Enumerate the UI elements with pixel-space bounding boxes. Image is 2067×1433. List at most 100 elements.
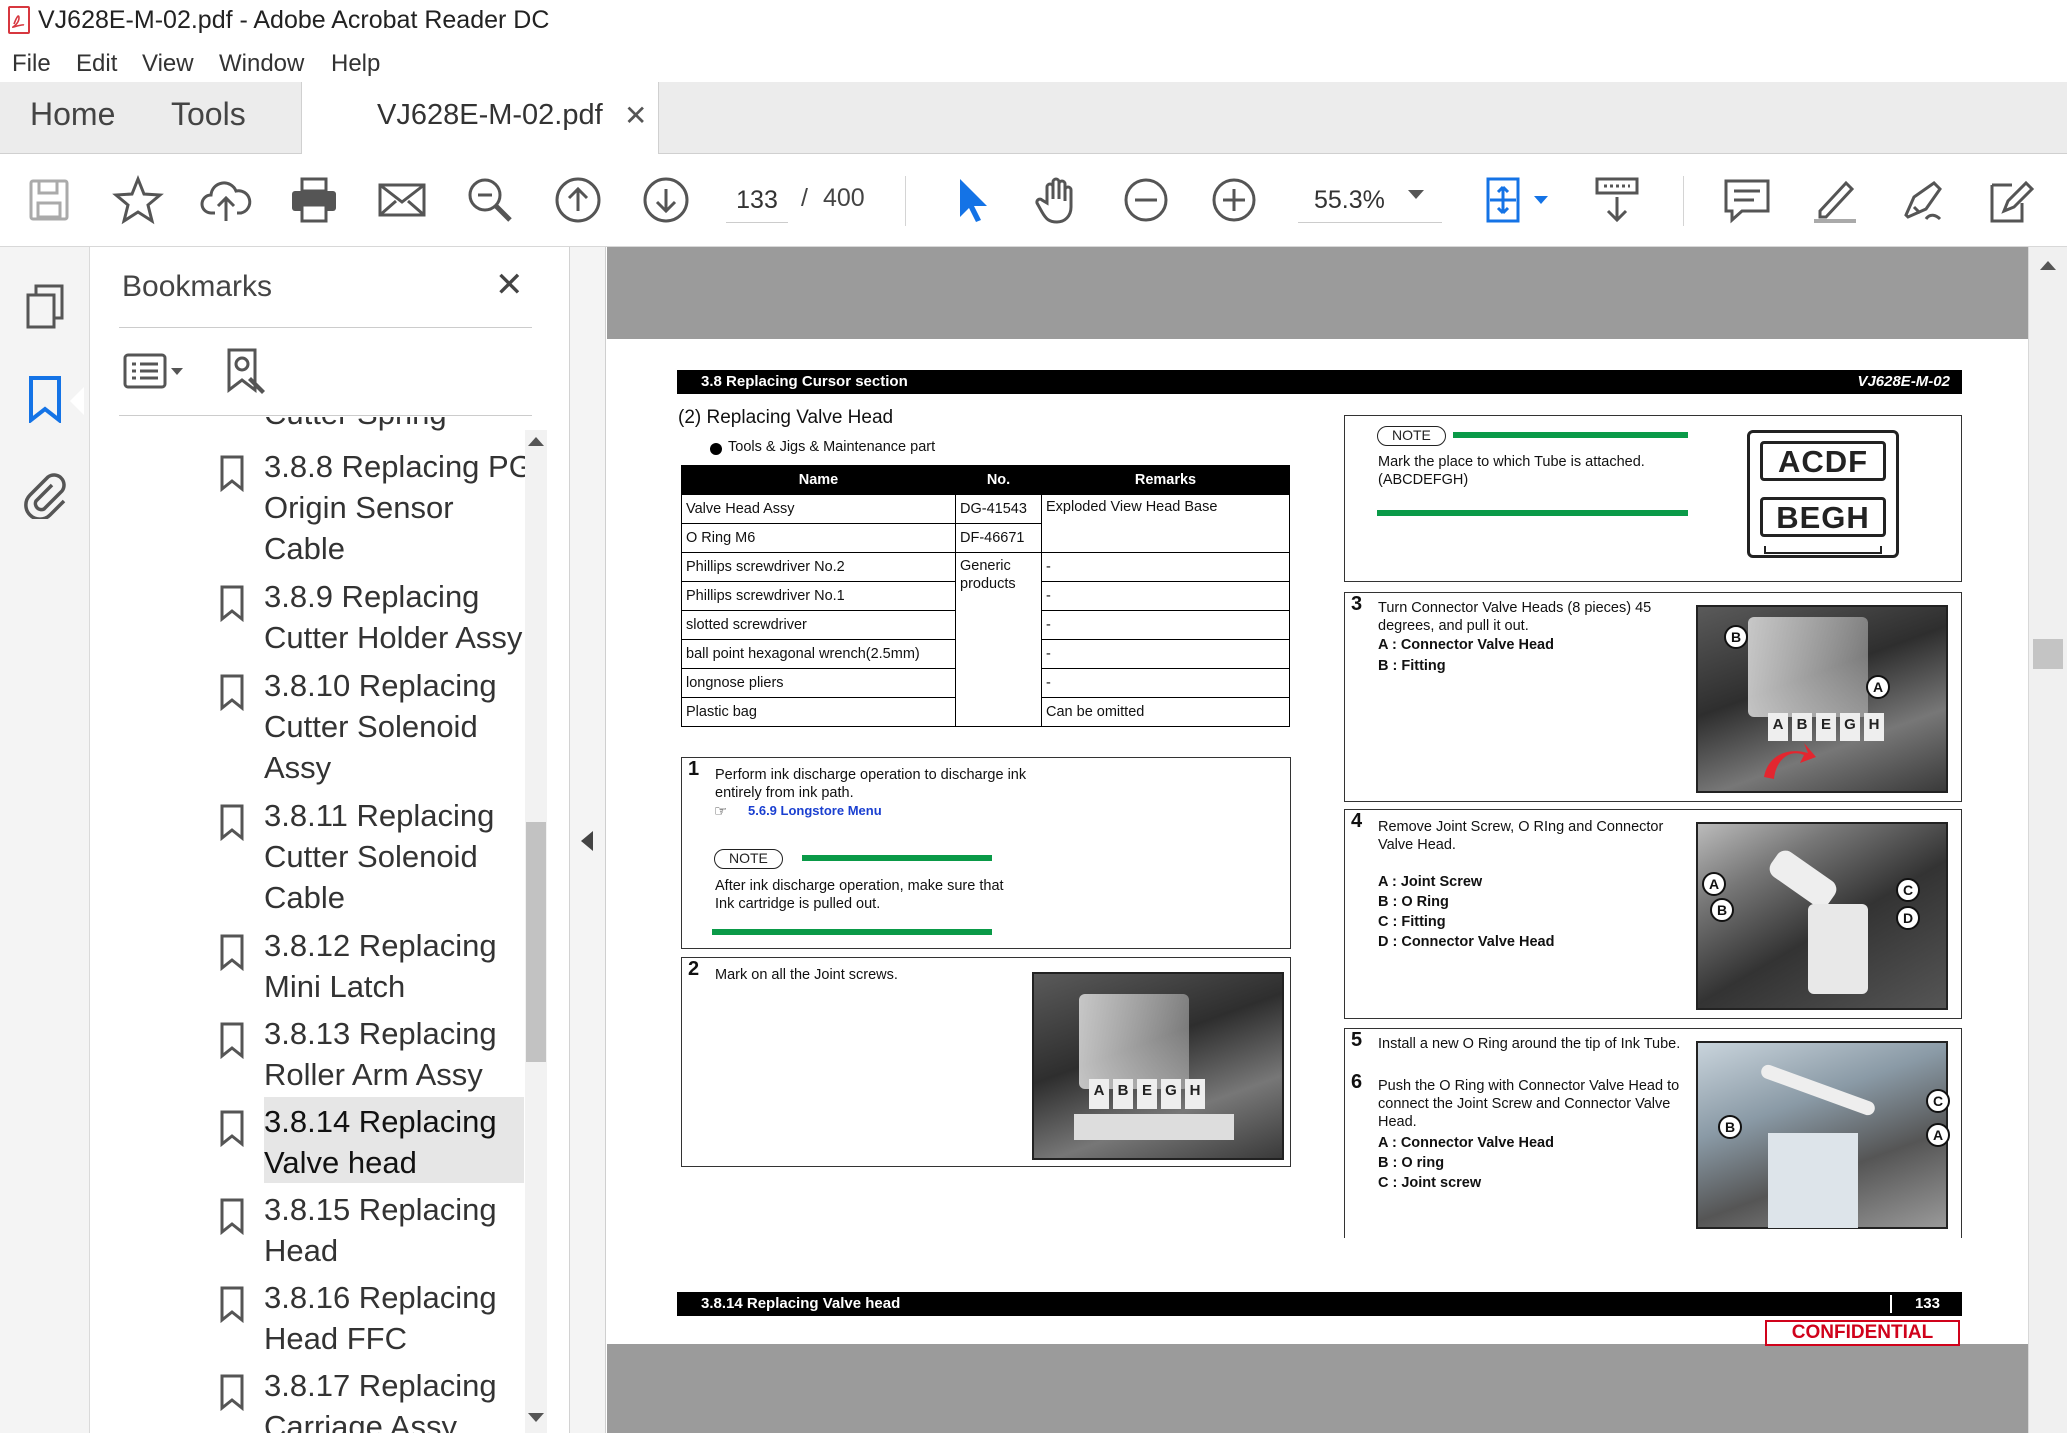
scroll-up-icon[interactable] <box>528 437 544 446</box>
bookmark-icon <box>219 803 245 846</box>
sign-pen-icon[interactable] <box>1896 173 1950 227</box>
tab-home[interactable]: Home <box>30 96 115 133</box>
part-label: C : Joint screw <box>1378 1175 1482 1191</box>
upload-cloud-icon[interactable] <box>199 173 253 227</box>
collapse-panel-icon[interactable] <box>581 831 593 851</box>
menu-file[interactable]: File <box>12 50 51 78</box>
valve-layout-diagram: ACDF BEGH <box>1747 430 1899 558</box>
bookmark-label: Cutter Spring <box>264 417 527 434</box>
panel-collapse-strip[interactable] <box>570 247 606 1433</box>
bookmark-label: 3.8.10 Replacing Cutter Solenoid Assy <box>264 668 497 785</box>
bookmark-item-3-8-12[interactable]: 3.8.12 Replacing Mini Latch <box>91 925 527 1007</box>
rotate-arrow-icon <box>1764 743 1816 779</box>
bookmark-item-3-8-8[interactable]: 3.8.8 Replacing PG Origin Sensor Cable <box>91 446 527 569</box>
comment-icon[interactable] <box>1720 173 1774 227</box>
callout-c: C <box>1896 878 1920 902</box>
table-cell: slotted screwdriver <box>681 610 956 640</box>
bookmark-item-3-8-11[interactable]: 3.8.11 Replacing Cutter Solenoid Cable <box>91 795 527 918</box>
select-cursor-icon[interactable] <box>944 173 998 227</box>
star-icon[interactable] <box>111 173 165 227</box>
part-label: C : Fitting <box>1378 914 1446 930</box>
toolbar-divider <box>1683 176 1684 226</box>
callout-b: B <box>1718 1115 1742 1139</box>
zoom-level-field[interactable]: 55.3% <box>1298 179 1442 223</box>
toolbar: 133 / 400 55.3% <box>0 154 2067 247</box>
menu-window[interactable]: Window <box>219 50 304 78</box>
menu-edit[interactable]: Edit <box>76 50 117 78</box>
menu-help[interactable]: Help <box>331 50 380 78</box>
close-panel-icon[interactable]: ✕ <box>495 265 524 305</box>
page-up-icon[interactable] <box>551 173 605 227</box>
step-4-box: 4 Remove Joint Screw, O RIng and Connect… <box>1344 809 1962 1019</box>
bookmark-item-3-8-13[interactable]: 3.8.13 Replacing Roller Arm Assy <box>91 1013 527 1095</box>
close-tab-icon[interactable]: ✕ <box>624 99 647 132</box>
zoom-in-icon[interactable] <box>1207 173 1261 227</box>
bookmark-item-cutter-spring[interactable]: Cutter Spring <box>91 417 527 434</box>
zoom-out-icon[interactable] <box>1119 173 1173 227</box>
table-row: Phillips screwdriver No.2 Generic produc… <box>681 552 1290 727</box>
bookmark-item-3-8-14[interactable]: 3.8.14 Replacing Valve head <box>91 1097 527 1183</box>
tab-tools[interactable]: Tools <box>171 96 246 133</box>
print-icon[interactable] <box>287 173 341 227</box>
menu-view[interactable]: View <box>142 50 194 78</box>
scroll-mode-icon[interactable] <box>1590 173 1644 227</box>
fit-page-icon[interactable] <box>1480 173 1534 227</box>
save-icon[interactable] <box>23 173 77 227</box>
bookmark-item-3-8-17[interactable]: 3.8.17 Replacing Carriage Assy <box>91 1365 527 1433</box>
board-graphic <box>1768 1133 1858 1228</box>
table-cell: ball point hexagonal wrench(2.5mm) <box>681 639 956 669</box>
note-label: NOTE <box>1377 426 1446 446</box>
bookmark-scrollbar-thumb[interactable] <box>526 822 546 1062</box>
step-text: Turn Connector Valve Heads (8 pieces) 45… <box>1378 600 1652 634</box>
attachments-icon[interactable] <box>22 469 66 524</box>
page-number-input[interactable]: 133 <box>726 179 788 223</box>
document-scrollbar-thumb[interactable] <box>2033 639 2063 669</box>
step-number: 4 <box>1351 810 1363 832</box>
email-icon[interactable] <box>375 173 429 227</box>
step-number: 2 <box>688 958 700 980</box>
document-scrollbar[interactable] <box>2028 247 2067 1433</box>
tab-document-label: VJ628E-M-02.pdf <box>377 99 603 131</box>
active-panel-indicator <box>70 387 84 415</box>
scroll-down-icon[interactable] <box>528 1413 544 1422</box>
edit-pdf-icon[interactable] <box>1984 173 2038 227</box>
part-label: A : Connector Valve Head <box>1378 1135 1554 1151</box>
bookmark-label: 3.8.9 Replacing Cutter Holder Assy <box>264 579 523 655</box>
bookmark-item-3-8-15[interactable]: 3.8.15 Replacing Head <box>91 1189 527 1271</box>
bookmark-label: 3.8.8 Replacing PG Origin Sensor Cable <box>264 449 527 566</box>
step-5-6-box: 5 Install a new O Ring around the tip of… <box>1344 1028 1962 1238</box>
page-thumbnails-icon[interactable] <box>24 283 68 336</box>
tubes-graphic <box>1748 617 1868 717</box>
bookmark-options-icon[interactable] <box>123 351 187 396</box>
tab-document[interactable]: VJ628E-M-02.pdf ✕ <box>301 82 659 155</box>
scroll-up-icon[interactable] <box>2040 261 2056 270</box>
valve-letter: B <box>1113 1079 1133 1109</box>
pdf-page: 3.8 Replacing Cursor section VJ628E-M-02… <box>607 339 2028 1346</box>
step-number: 1 <box>688 758 700 780</box>
bookmark-label: 3.8.17 Replacing Carriage Assy <box>264 1368 497 1433</box>
table-cell: Plastic bag <box>681 697 956 727</box>
fit-dropdown-icon[interactable] <box>1534 196 1548 204</box>
add-bookmark-icon[interactable] <box>225 347 271 402</box>
step-number: 3 <box>1351 593 1363 615</box>
hand-tool-icon[interactable] <box>1031 173 1085 227</box>
table-cell: Phillips screwdriver No.1 <box>681 581 956 611</box>
page-down-icon[interactable] <box>639 173 693 227</box>
callout-b: B <box>1710 898 1734 922</box>
bookmark-item-3-8-16[interactable]: 3.8.16 Replacing Head FFC <box>91 1277 527 1359</box>
table-cell: longnose pliers <box>681 668 956 698</box>
bookmark-item-3-8-9[interactable]: 3.8.9 Replacing Cutter Holder Assy <box>91 576 527 658</box>
note-green-bar <box>1377 510 1688 516</box>
highlight-pen-icon[interactable] <box>1808 173 1862 227</box>
tools-heading: Tools & Jigs & Maintenance part <box>728 439 936 455</box>
panel-divider <box>119 415 532 416</box>
note-text: Mark the place to which Tube is attached… <box>1378 454 1645 488</box>
bookmarks-panel-icon[interactable] <box>27 375 63 428</box>
fitting-graphic <box>1808 904 1868 994</box>
zoom-dropdown-icon[interactable] <box>1408 190 1424 199</box>
bookmark-item-3-8-10[interactable]: 3.8.10 Replacing Cutter Solenoid Assy <box>91 665 527 788</box>
reference-link[interactable]: 5.6.9 Longstore Menu <box>748 803 882 818</box>
joint-screws-photo: A B E G H <box>1032 972 1284 1160</box>
search-zoom-icon[interactable] <box>463 173 517 227</box>
table-cell: - <box>1041 552 1290 582</box>
